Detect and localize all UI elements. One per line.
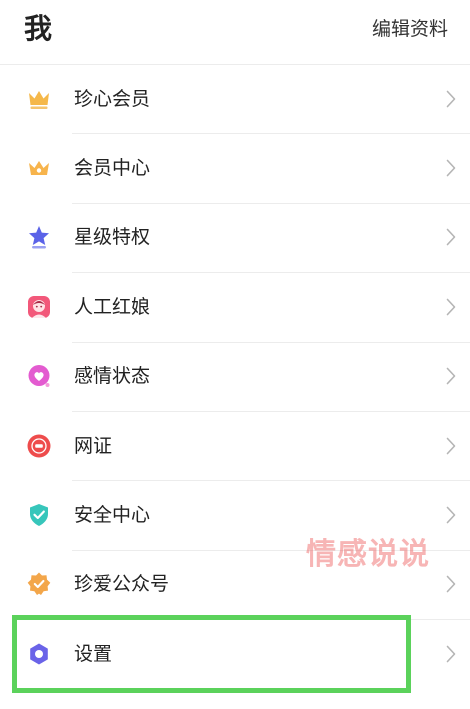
header: 我 编辑资料 [0,0,470,62]
edit-profile-link[interactable]: 编辑资料 [372,16,448,42]
chevron-right-icon [446,506,456,524]
menu-item-label: 设置 [74,642,113,665]
chevron-right-icon [446,90,456,108]
menu-list: 珍心会员 会员中心 星级特权 人工红娘 感情状态 网证 安全中心 珍爱公众号 设… [0,64,470,689]
menu-item-settings[interactable]: 设置 [0,619,470,688]
crown-icon [26,155,52,181]
star-icon [26,224,52,250]
menu-item-star-privilege[interactable]: 星级特权 [0,202,470,272]
menu-item-web-id[interactable]: 网证 [0,410,470,480]
chevron-right-icon [446,159,456,177]
chevron-right-icon [446,298,456,316]
id-badge-icon [26,433,52,459]
crown-icon [26,86,52,112]
page-title: 我 [24,12,53,45]
chevron-right-icon [446,645,456,663]
watermark: 情感说说 [306,537,430,572]
matchmaker-icon [26,294,52,320]
shield-check-icon [26,502,52,528]
gear-icon [26,641,52,667]
menu-item-label: 星级特权 [74,226,151,249]
menu-item-label: 珍心会员 [74,87,151,110]
heart-icon [26,363,52,389]
badge-check-icon [26,571,52,597]
menu-item-label: 感情状态 [74,365,151,388]
menu-item-matchmaker[interactable]: 人工红娘 [0,272,470,341]
chevron-right-icon [446,437,456,455]
menu-item-label: 安全中心 [74,504,151,527]
menu-item-member-center[interactable]: 会员中心 [0,133,470,202]
chevron-right-icon [446,228,456,246]
menu-item-relationship-status[interactable]: 感情状态 [0,341,470,411]
chevron-right-icon [446,575,456,593]
menu-item-label: 珍爱公众号 [74,573,170,596]
menu-item-label: 人工红娘 [74,295,151,318]
menu-item-vip[interactable]: 珍心会员 [0,64,470,133]
menu-item-label: 会员中心 [74,157,151,180]
chevron-right-icon [446,367,456,385]
menu-item-label: 网证 [74,434,113,457]
